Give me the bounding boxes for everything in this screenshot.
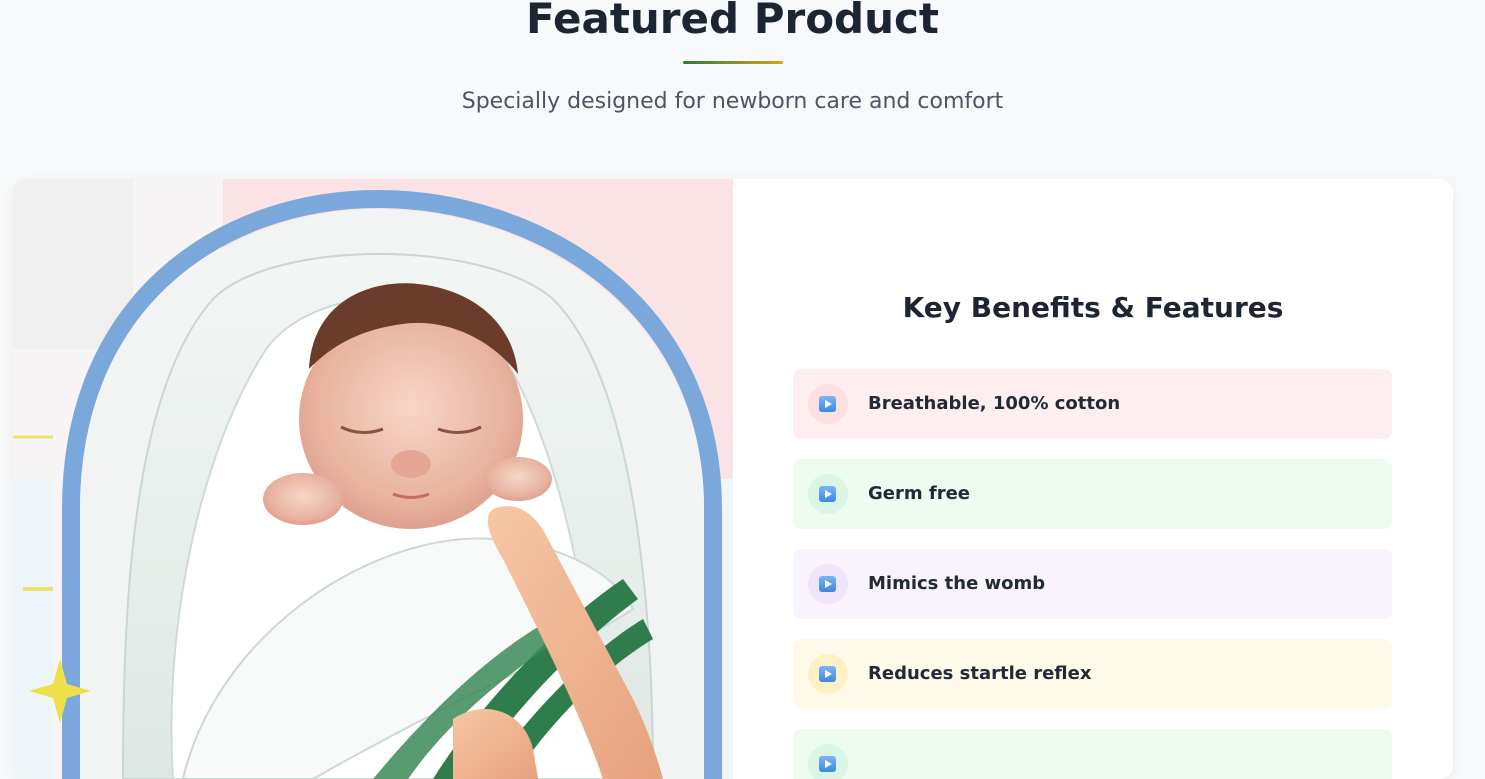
benefit-icon-circle [808, 744, 848, 779]
benefit-icon-circle [808, 564, 848, 604]
section-title: Featured Product [526, 0, 939, 43]
benefit-item: Breathable, 100% cotton [793, 369, 1392, 439]
play-icon [819, 486, 836, 502]
benefit-icon-circle [808, 474, 848, 514]
benefits-title: Key Benefits & Features [902, 291, 1284, 324]
featured-product-card: Key Benefits & Features Breathable, 100%… [13, 179, 1453, 779]
play-icon [819, 756, 836, 772]
play-icon [819, 666, 836, 682]
benefit-icon-circle [808, 654, 848, 694]
play-icon [819, 576, 836, 592]
benefit-item: Reduces startle reflex [793, 639, 1392, 709]
play-icon [819, 396, 836, 412]
benefits-panel: Key Benefits & Features Breathable, 100%… [733, 179, 1453, 779]
product-image [13, 179, 733, 779]
benefit-icon-circle [808, 384, 848, 424]
title-underline [683, 61, 783, 64]
benefit-label: Reduces startle reflex [868, 663, 1092, 684]
section-subtitle: Specially designed for newborn care and … [461, 89, 1004, 114]
benefit-item: Germ free [793, 459, 1392, 529]
benefit-item: Mimics the womb [793, 549, 1392, 619]
benefit-label: Breathable, 100% cotton [868, 393, 1121, 414]
benefit-label: Mimics the womb [868, 573, 1046, 594]
benefit-label: Germ free [868, 483, 971, 504]
newborn-swaddle-illustration [13, 179, 733, 779]
